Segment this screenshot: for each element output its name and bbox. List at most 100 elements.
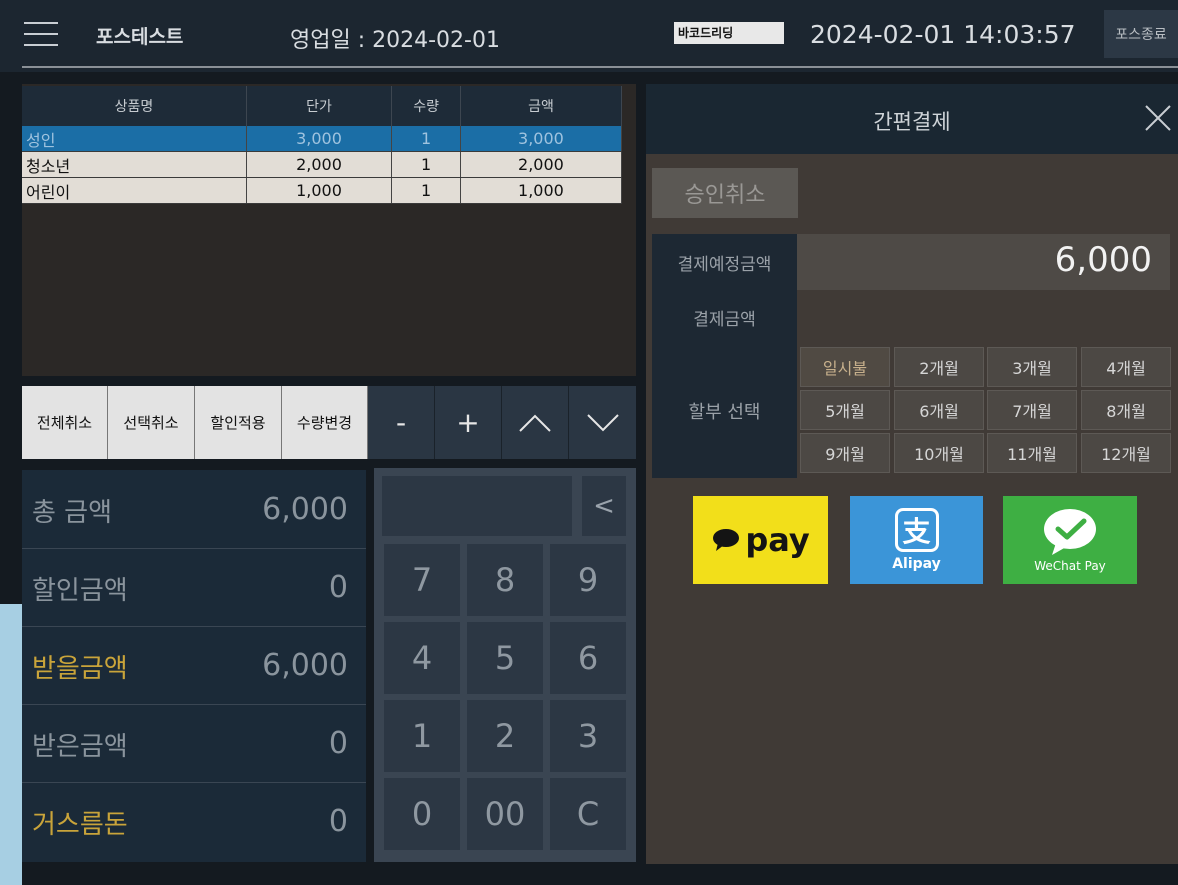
alipay-button[interactable]: 支 Alipay bbox=[850, 496, 983, 584]
key-5[interactable]: 5 bbox=[467, 622, 543, 694]
app-title: 포스테스트 bbox=[96, 26, 184, 48]
cell-unit-price: 3,000 bbox=[246, 126, 393, 152]
order-table-panel: 상품명 단가 수량 금액 성인 3,000 1 3,000 청소년 2,000 … bbox=[22, 84, 636, 376]
chevron-up-icon bbox=[519, 414, 551, 432]
installment-label: 할부 선택 bbox=[652, 344, 797, 478]
hamburger-menu-icon[interactable] bbox=[24, 22, 58, 46]
cell-amount: 1,000 bbox=[460, 177, 623, 204]
key-8[interactable]: 8 bbox=[467, 544, 543, 616]
apply-discount-button[interactable]: 할인적용 bbox=[195, 386, 282, 459]
installment-option-12[interactable]: 12개월 bbox=[1081, 433, 1171, 473]
discount-amount-row: 할인금액 0 bbox=[22, 548, 366, 627]
close-icon[interactable] bbox=[1142, 102, 1174, 134]
current-datetime: 2024-02-01 14:03:57 bbox=[810, 20, 1076, 49]
column-header-unit-price: 단가 bbox=[246, 86, 393, 126]
due-amount-label: 결제예정금액 bbox=[652, 234, 797, 290]
backspace-button[interactable]: < bbox=[582, 476, 626, 536]
cancel-approval-button[interactable]: 승인취소 bbox=[652, 168, 798, 218]
key-2[interactable]: 2 bbox=[467, 700, 543, 772]
table-row[interactable]: 청소년 2,000 1 2,000 bbox=[22, 151, 623, 178]
cell-amount: 3,000 bbox=[460, 126, 623, 152]
change-amount-label: 거스름돈 bbox=[32, 810, 128, 840]
key-00[interactable]: 00 bbox=[467, 778, 543, 850]
due-amount-field: 6,000 bbox=[797, 234, 1170, 290]
cell-unit-price: 1,000 bbox=[246, 177, 393, 204]
move-up-button[interactable] bbox=[502, 386, 569, 459]
discount-amount-value: 0 bbox=[328, 570, 348, 605]
wechat-pay-logo-icon bbox=[1044, 509, 1096, 555]
installment-option-6[interactable]: 6개월 bbox=[894, 390, 984, 430]
cell-amount: 2,000 bbox=[460, 151, 623, 178]
change-amount-row: 거스름돈 0 bbox=[22, 782, 366, 860]
simple-pay-title: 간편결제 bbox=[873, 110, 951, 134]
receivable-amount-row: 받을금액 6,000 bbox=[22, 626, 366, 705]
column-header-qty: 수량 bbox=[391, 86, 461, 126]
receivable-amount-value: 6,000 bbox=[262, 648, 348, 683]
paid-amount-label: 결제금액 bbox=[652, 290, 797, 344]
kakao-pay-label: pay bbox=[745, 521, 810, 559]
move-down-button[interactable] bbox=[569, 386, 636, 459]
due-amount-value: 6,000 bbox=[1054, 240, 1152, 280]
cell-product: 어린이 bbox=[22, 177, 247, 204]
received-amount-value: 0 bbox=[328, 726, 348, 761]
alipay-logo-glyph: 支 bbox=[902, 515, 931, 548]
pos-exit-button[interactable]: 포스종료 bbox=[1104, 10, 1178, 58]
installment-option-lump-sum[interactable]: 일시불 bbox=[800, 347, 890, 387]
received-amount-row: 받은금액 0 bbox=[22, 704, 366, 783]
kakao-pay-button[interactable]: pay bbox=[693, 496, 828, 584]
column-header-product: 상품명 bbox=[22, 86, 247, 126]
plus-button[interactable]: + bbox=[435, 386, 502, 459]
table-header-row: 상품명 단가 수량 금액 bbox=[22, 86, 623, 126]
business-day: 영업일 : 2024-02-01 bbox=[290, 28, 500, 53]
key-3[interactable]: 3 bbox=[550, 700, 626, 772]
key-7[interactable]: 7 bbox=[384, 544, 460, 616]
wechat-pay-button[interactable]: WeChat Pay bbox=[1003, 496, 1137, 584]
received-amount-label: 받은금액 bbox=[32, 732, 128, 762]
cell-qty: 1 bbox=[391, 151, 461, 178]
installment-option-3[interactable]: 3개월 bbox=[987, 347, 1077, 387]
installment-option-2[interactable]: 2개월 bbox=[894, 347, 984, 387]
alipay-logo-icon: 支 bbox=[894, 508, 939, 552]
total-amount-value: 6,000 bbox=[262, 492, 348, 527]
amount-summary: 총 금액 6,000 할인금액 0 받을금액 6,000 받은금액 0 거스름돈… bbox=[22, 470, 366, 862]
background-edge bbox=[0, 604, 22, 885]
cancel-all-button[interactable]: 전체취소 bbox=[22, 386, 108, 459]
installment-option-10[interactable]: 10개월 bbox=[894, 433, 984, 473]
key-clear[interactable]: C bbox=[550, 778, 626, 850]
table-row[interactable]: 성인 3,000 1 3,000 bbox=[22, 126, 623, 152]
key-0[interactable]: 0 bbox=[384, 778, 460, 850]
keypad-display[interactable] bbox=[382, 476, 572, 536]
change-qty-button[interactable]: 수량변경 bbox=[282, 386, 368, 459]
column-header-amount: 금액 bbox=[460, 86, 623, 126]
cancel-selected-button[interactable]: 선택취소 bbox=[108, 386, 195, 459]
total-amount-label: 총 금액 bbox=[32, 498, 113, 528]
cell-qty: 1 bbox=[391, 126, 461, 152]
installment-option-9[interactable]: 9개월 bbox=[800, 433, 890, 473]
order-table: 상품명 단가 수량 금액 성인 3,000 1 3,000 청소년 2,000 … bbox=[22, 86, 623, 204]
wechat-pay-label: WeChat Pay bbox=[1034, 559, 1106, 573]
key-9[interactable]: 9 bbox=[550, 544, 626, 616]
installment-option-5[interactable]: 5개월 bbox=[800, 390, 890, 430]
installment-option-7[interactable]: 7개월 bbox=[987, 390, 1077, 430]
key-6[interactable]: 6 bbox=[550, 622, 626, 694]
chevron-down-icon bbox=[586, 413, 619, 431]
discount-amount-label: 할인금액 bbox=[32, 576, 128, 606]
total-amount-row: 총 금액 6,000 bbox=[22, 470, 366, 549]
key-1[interactable]: 1 bbox=[384, 700, 460, 772]
barcode-reading-badge: 바코드리딩 bbox=[674, 22, 784, 44]
change-amount-value: 0 bbox=[328, 804, 348, 839]
cell-product: 성인 bbox=[22, 126, 247, 152]
minus-button[interactable]: - bbox=[368, 386, 435, 459]
cell-qty: 1 bbox=[391, 177, 461, 204]
key-4[interactable]: 4 bbox=[384, 622, 460, 694]
speech-bubble-icon bbox=[713, 529, 740, 551]
receivable-amount-label: 받을금액 bbox=[32, 654, 128, 684]
installment-option-8[interactable]: 8개월 bbox=[1081, 390, 1171, 430]
cell-product: 청소년 bbox=[22, 151, 247, 178]
installment-option-4[interactable]: 4개월 bbox=[1081, 347, 1171, 387]
cell-unit-price: 2,000 bbox=[246, 151, 393, 178]
installment-option-11[interactable]: 11개월 bbox=[987, 433, 1077, 473]
alipay-label: Alipay bbox=[892, 556, 941, 572]
table-row[interactable]: 어린이 1,000 1 1,000 bbox=[22, 177, 623, 204]
top-bar-divider bbox=[22, 66, 1178, 68]
